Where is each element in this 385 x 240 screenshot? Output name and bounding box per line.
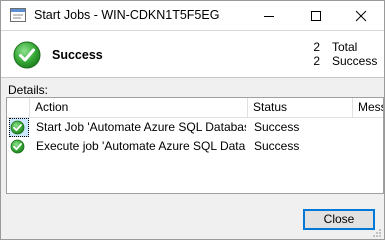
success-count: 2 — [313, 54, 320, 68]
success-check-icon — [13, 41, 41, 69]
resize-grip-icon[interactable] — [372, 227, 382, 237]
start-jobs-dialog: Start Jobs - WIN-CDKN1T5F5EG Success 2 T… — [0, 0, 385, 240]
column-header-status[interactable]: Status — [248, 98, 353, 117]
total-count: 2 — [313, 40, 320, 54]
action-cell: Execute job 'Automate Azure SQL Database… — [36, 139, 246, 153]
column-header-action[interactable]: Action — [30, 98, 248, 117]
status-cell: Success — [254, 120, 300, 134]
grid-header: Action Status Message — [7, 98, 383, 118]
success-count-label: Success — [332, 54, 378, 68]
maximize-button[interactable] — [293, 1, 339, 30]
summary-panel: Success 2 Total 2 Success — [1, 30, 384, 78]
column-header-icon[interactable] — [7, 98, 30, 117]
total-label: Total — [332, 40, 358, 54]
minimize-button[interactable] — [246, 1, 292, 30]
window-title: Start Jobs - WIN-CDKN1T5F5EG — [34, 8, 220, 22]
close-button[interactable]: Close — [303, 209, 375, 230]
table-row[interactable]: Start Job 'Automate Azure SQL Database' … — [7, 118, 383, 137]
window-close-button[interactable] — [338, 1, 384, 30]
table-row[interactable]: Execute job 'Automate Azure SQL Database… — [7, 137, 383, 156]
success-check-icon — [9, 118, 29, 137]
action-cell: Start Job 'Automate Azure SQL Database' — [36, 120, 246, 134]
success-check-icon — [9, 137, 29, 156]
column-header-message[interactable]: Message — [353, 98, 383, 117]
jobs-window-icon — [10, 8, 26, 22]
details-grid[interactable]: Action Status Message St — [6, 97, 384, 194]
overall-status-label: Success — [52, 48, 103, 62]
details-label: Details: — [8, 83, 49, 97]
title-bar[interactable]: Start Jobs - WIN-CDKN1T5F5EG — [1, 1, 384, 30]
status-cell: Success — [254, 139, 300, 153]
